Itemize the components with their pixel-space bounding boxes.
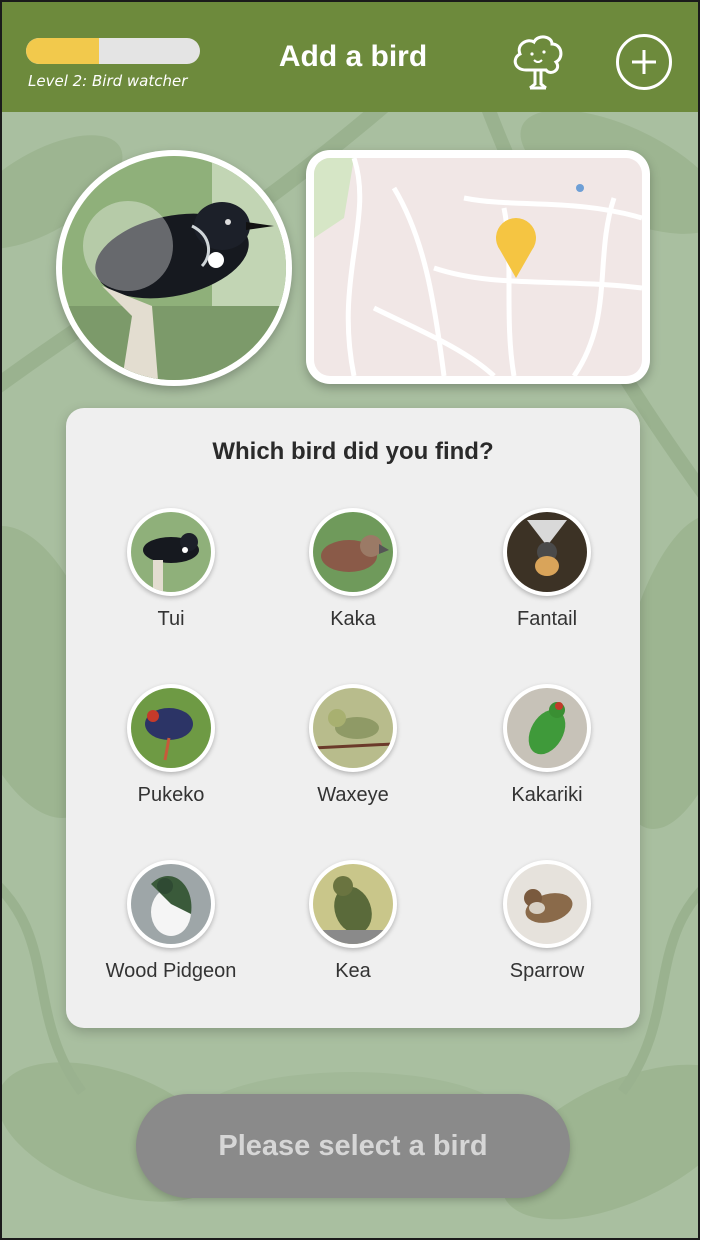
tree-button[interactable] (508, 30, 568, 92)
bird-name: Fantail (516, 608, 578, 630)
tui-image (131, 512, 211, 592)
kaka-image (313, 512, 393, 592)
kakariki-image (507, 688, 587, 768)
bird-name: Waxeye (317, 784, 389, 806)
bird-name: Wood Pidgeon (105, 960, 237, 982)
top-bar: Level 2: Bird watcher Add a bird (2, 2, 698, 112)
bird-option-kea[interactable]: Kea (268, 860, 438, 1010)
bird-thumbnail (127, 684, 215, 772)
app-screen: Level 2: Bird watcher Add a bird Which b… (0, 0, 700, 1240)
pukeko-image (131, 688, 211, 768)
bird-name: Kakariki (511, 784, 583, 806)
bird-thumbnail (503, 684, 591, 772)
bird-name: Kea (335, 960, 371, 982)
tree-icon (513, 35, 563, 90)
bird-thumbnail (503, 508, 591, 596)
bird-picker-card: Which bird did you find? Tui Kaka Fantai… (66, 408, 640, 1028)
bird-name: Sparrow (509, 960, 585, 982)
tui-photo-image (62, 156, 286, 380)
bird-name: Kaka (330, 608, 376, 630)
wood-pidgeon-image (131, 864, 211, 944)
page-title: Add a bird (278, 40, 428, 73)
map-image (314, 158, 642, 376)
location-map[interactable] (306, 150, 650, 384)
submit-bird-button[interactable]: Please select a bird (136, 1094, 570, 1198)
bird-option-pukeko[interactable]: Pukeko (86, 684, 256, 834)
bird-thumbnail (127, 860, 215, 948)
bird-thumbnail (309, 508, 397, 596)
bird-option-waxeye[interactable]: Waxeye (268, 684, 438, 834)
bird-option-kakariki[interactable]: Kakariki (462, 684, 632, 834)
bird-name: Pukeko (137, 784, 205, 806)
bird-option-sparrow[interactable]: Sparrow (462, 860, 632, 1010)
bird-option-fantail[interactable]: Fantail (462, 508, 632, 658)
bird-name: Tui (157, 608, 185, 630)
level-label: Level 2: Bird watcher (28, 72, 188, 90)
sparrow-image (507, 864, 587, 944)
question-heading: Which bird did you find? (212, 438, 494, 465)
fantail-image (507, 512, 587, 592)
bird-thumbnail (503, 860, 591, 948)
bird-option-kaka[interactable]: Kaka (268, 508, 438, 658)
waxeye-image (313, 688, 393, 768)
bird-option-wood-pidgeon[interactable]: Wood Pidgeon (86, 860, 256, 1010)
bird-thumbnail (309, 684, 397, 772)
kea-image (313, 864, 393, 944)
add-button[interactable] (616, 34, 672, 90)
plus-icon (632, 50, 656, 74)
bird-thumbnail (309, 860, 397, 948)
captured-photo[interactable] (56, 150, 292, 386)
bird-thumbnail (127, 508, 215, 596)
bird-option-tui[interactable]: Tui (86, 508, 256, 658)
